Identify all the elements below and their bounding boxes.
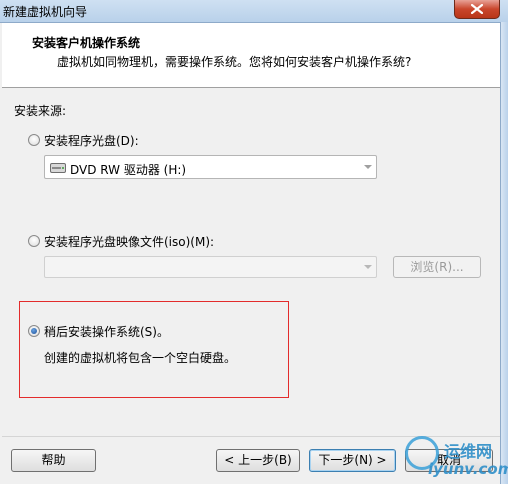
- chevron-down-icon: [364, 265, 372, 269]
- radio-iso-image-label[interactable]: 安装程序光盘映像文件(iso)(M):: [44, 233, 214, 250]
- dvd-drive-icon: [50, 163, 66, 173]
- radio-iso-image[interactable]: [28, 235, 40, 247]
- browse-button[interactable]: 浏览(R)...: [393, 256, 481, 278]
- radio-install-later[interactable]: [28, 325, 40, 337]
- install-source-label: 安装来源:: [14, 104, 67, 118]
- page-title: 安装客户机操作系统: [32, 36, 141, 50]
- close-icon: [471, 4, 483, 14]
- title-bar[interactable]: 新建虚拟机向导: [0, 0, 508, 23]
- disc-drive-select[interactable]: DVD RW 驱动器 (H:): [44, 155, 377, 179]
- next-button[interactable]: 下一步(N) >: [309, 449, 396, 472]
- window-right-border: [500, 22, 508, 484]
- help-button[interactable]: 帮助: [11, 449, 96, 472]
- disc-drive-value: DVD RW 驱动器 (H:): [70, 163, 187, 177]
- back-button[interactable]: < 上一步(B): [216, 449, 300, 472]
- install-later-description: 创建的虚拟机将包含一个空白硬盘。: [44, 351, 237, 365]
- radio-install-later-label[interactable]: 稍后安装操作系统(S)。: [44, 323, 169, 340]
- page-subtitle: 虚拟机如同物理机，需要操作系统。您将如何安装客户机操作系统?: [57, 55, 412, 69]
- chevron-down-icon: [364, 165, 372, 169]
- radio-installer-disc-label[interactable]: 安装程序光盘(D):: [44, 132, 139, 149]
- radio-installer-disc[interactable]: [28, 134, 40, 146]
- iso-path-input[interactable]: [44, 256, 377, 278]
- watermark-domain: iyunv.com: [428, 460, 508, 478]
- window-title: 新建虚拟机向导: [3, 5, 88, 19]
- close-button[interactable]: [454, 0, 500, 19]
- wizard-header: 安装客户机操作系统 虚拟机如同物理机，需要操作系统。您将如何安装客户机操作系统?: [2, 23, 500, 88]
- watermark-site-name: 运维网: [444, 442, 493, 461]
